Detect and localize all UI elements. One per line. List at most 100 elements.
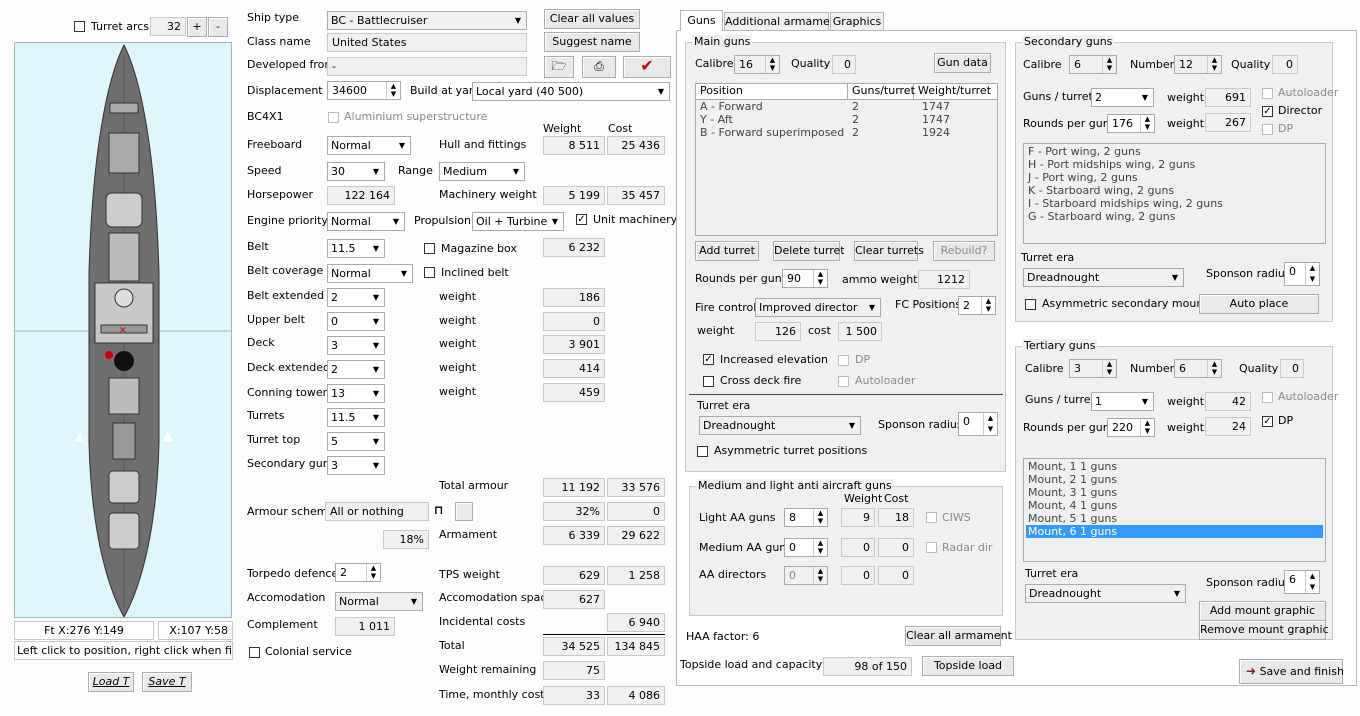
spin-arrows-icon[interactable]: ▲ ▼ [1102, 56, 1116, 73]
propulsion-select[interactable]: Oil + Turbine ▼ [472, 212, 564, 231]
class-name-input[interactable]: United States [327, 33, 527, 52]
aluminium-checkbox[interactable] [328, 112, 339, 123]
clear-all-armament-button[interactable]: Clear all armament [905, 626, 1012, 646]
engine-priority-select[interactable]: Normal ▼ [327, 212, 405, 231]
increased-elevation-checkbox[interactable]: ✓ [703, 354, 714, 365]
main-calibre-stepper[interactable]: 16 ▲ ▼ [734, 55, 780, 74]
sec-gpt-select[interactable]: 2 ▼ [1091, 88, 1154, 107]
list-item[interactable]: K - Starboard wing, 2 guns [1028, 184, 1321, 197]
main-dp-checkbox[interactable] [838, 355, 849, 366]
turrets-select[interactable]: 11.5 ▼ [327, 408, 385, 427]
spin-arrows-icon[interactable]: ▲ ▼ [981, 297, 995, 314]
spin-arrows-icon[interactable]: ▲ ▼ [1305, 263, 1319, 285]
load-t-button[interactable]: Load T [88, 672, 134, 692]
main-rpg-stepper[interactable]: 90 ▲ ▼ [782, 269, 828, 288]
add-turret-button[interactable]: Add turret [695, 241, 759, 261]
suggest-name-button[interactable]: Suggest name [544, 32, 640, 52]
list-item[interactable]: I - Starboard midships wing, 2 guns [1028, 197, 1321, 210]
displacement-stepper[interactable]: 34600 ▲ ▼ [327, 81, 401, 100]
main-era-select[interactable]: Dreadnought ▼ [699, 416, 861, 435]
save-t-button[interactable]: Save T [142, 672, 192, 692]
list-item[interactable]: Mount, 4 1 guns [1026, 499, 1323, 512]
list-item[interactable]: H - Port midships wing, 2 guns [1028, 158, 1321, 171]
spin-arrows-icon[interactable]: ▲ ▼ [813, 509, 827, 526]
deck-extended-select[interactable]: 2 ▼ [327, 360, 385, 379]
tab-graphics[interactable]: Graphics [830, 12, 884, 31]
fc-positions-stepper[interactable]: 2 ▲ ▼ [958, 296, 996, 315]
main-turret-table[interactable]: Position Guns/turret Weight/turret A - F… [695, 83, 998, 236]
accept-checkmark-icon[interactable]: ✔ [623, 56, 671, 78]
ter-era-select[interactable]: Dreadnought ▼ [1025, 584, 1186, 603]
arcs-plus-button[interactable]: + [187, 17, 207, 37]
main-sponson-stepper[interactable]: 0 ▲ ▼ [958, 412, 998, 436]
sec-autoloader-checkbox[interactable] [1262, 88, 1273, 99]
spin-arrows-icon[interactable]: ▲ ▼ [1305, 571, 1319, 593]
turret-top-select[interactable]: 5 ▼ [327, 432, 385, 451]
list-item[interactable]: Mount, 1 1 guns [1026, 460, 1323, 473]
save-and-finish-button[interactable]: ➜ Save and finish [1239, 659, 1344, 684]
sec-mount-list[interactable]: F - Port wing, 2 guns H - Port midships … [1023, 143, 1326, 244]
list-item[interactable]: F - Port wing, 2 guns [1028, 145, 1321, 158]
sec-dp-checkbox[interactable] [1262, 124, 1273, 135]
spin-arrows-icon[interactable]: ▲ ▼ [1102, 360, 1116, 377]
ter-dp-checkbox[interactable]: ✓ [1262, 416, 1273, 427]
spin-arrows-icon[interactable]: ▲ ▼ [813, 270, 827, 287]
spin-arrows-icon[interactable]: ▲ ▼ [386, 82, 400, 99]
asym-turret-checkbox[interactable] [697, 446, 708, 457]
ter-calibre-stepper[interactable]: 3 ▲ ▼ [1069, 359, 1117, 378]
ter-number-stepper[interactable]: 6 ▲ ▼ [1174, 359, 1222, 378]
belt-coverage-select[interactable]: Normal ▼ [327, 264, 413, 283]
rebuild-button[interactable]: Rebuild? [933, 241, 995, 261]
ter-mount-list[interactable]: Mount, 1 1 guns Mount, 2 1 guns Mount, 3… [1023, 458, 1326, 562]
deck-select[interactable]: 3 ▼ [327, 336, 385, 355]
spin-arrows-icon[interactable]: ▲ ▼ [983, 413, 997, 435]
spin-arrows-icon[interactable]: ▲ ▼ [1207, 360, 1221, 377]
ter-autoloader-checkbox[interactable] [1262, 392, 1273, 403]
list-item[interactable]: Mount, 2 1 guns [1026, 473, 1323, 486]
torpedo-defence-stepper[interactable]: 2 ▲ ▼ [335, 563, 381, 582]
auto-place-button[interactable]: Auto place [1199, 294, 1319, 314]
speed-select[interactable]: 30 ▼ [327, 162, 385, 181]
upper-belt-select[interactable]: 0 ▼ [327, 312, 385, 331]
table-row[interactable]: A - Forward 2 1747 [696, 100, 997, 113]
belt-extended-select[interactable]: 2 ▼ [327, 288, 385, 307]
spin-arrows-icon[interactable]: ▲ ▼ [765, 56, 779, 73]
tab-guns[interactable]: Guns [680, 10, 723, 31]
colonial-service-checkbox[interactable] [249, 647, 260, 658]
clear-turrets-button[interactable]: Clear turrets [854, 241, 924, 261]
sec-calibre-stepper[interactable]: 6 ▲ ▼ [1069, 55, 1117, 74]
list-item[interactable]: J - Port wing, 2 guns [1028, 171, 1321, 184]
medium-aa-stepper[interactable]: 0 ▲ ▼ [784, 538, 828, 557]
gun-data-button[interactable]: Gun data [934, 53, 991, 73]
turret-arcs-checkbox[interactable] [74, 21, 85, 32]
print-icon[interactable]: ⎙ [582, 56, 616, 78]
sec-rpg-stepper[interactable]: 176 ▲ ▼ [1107, 114, 1155, 133]
sec-director-checkbox[interactable]: ✓ [1262, 106, 1273, 117]
ship-canvas[interactable]: ✕ [14, 42, 232, 618]
delete-turret-button[interactable]: Delete turret [773, 241, 845, 261]
spin-arrows-icon[interactable]: ▲ ▼ [1140, 419, 1154, 436]
spin-arrows-icon[interactable]: ▲ ▼ [1140, 115, 1154, 132]
spin-arrows-icon[interactable]: ▲ ▼ [366, 564, 380, 581]
spin-arrows-icon[interactable]: ▲ ▼ [1207, 56, 1221, 73]
clear-all-values-button[interactable]: Clear all values [544, 9, 640, 29]
table-row[interactable]: B - Forward superimposed 2 1924 [696, 126, 997, 139]
secondary-armour-select[interactable]: 3 ▼ [327, 456, 385, 475]
light-aa-stepper[interactable]: 8 ▲ ▼ [784, 508, 828, 527]
turret-arcs-value[interactable]: 32 [150, 17, 186, 36]
add-mount-graphic-button[interactable]: Add mount graphic [1199, 601, 1326, 621]
list-item[interactable]: Mount, 3 1 guns [1026, 486, 1323, 499]
spin-arrows-icon[interactable]: ▲ ▼ [813, 567, 827, 584]
ter-gpt-select[interactable]: 1 ▼ [1091, 392, 1154, 411]
tab-additional-armament[interactable]: Additional armament [724, 12, 841, 31]
cross-deck-checkbox[interactable] [703, 376, 714, 387]
armour-scheme-button[interactable] [455, 502, 473, 521]
spin-arrows-icon[interactable]: ▲ ▼ [813, 539, 827, 556]
fire-control-select[interactable]: Improved director ▼ [755, 298, 881, 317]
developed-from-input[interactable]: - [327, 57, 527, 76]
ship-type-select[interactable]: BC - Battlecruiser ▼ [327, 11, 527, 30]
arcs-minus-button[interactable]: - [208, 17, 228, 37]
radar-dir-checkbox[interactable] [926, 542, 937, 553]
open-folder-icon[interactable]: 🗁 [544, 56, 574, 78]
aa-directors-stepper[interactable]: 0 ▲ ▼ [784, 566, 828, 585]
